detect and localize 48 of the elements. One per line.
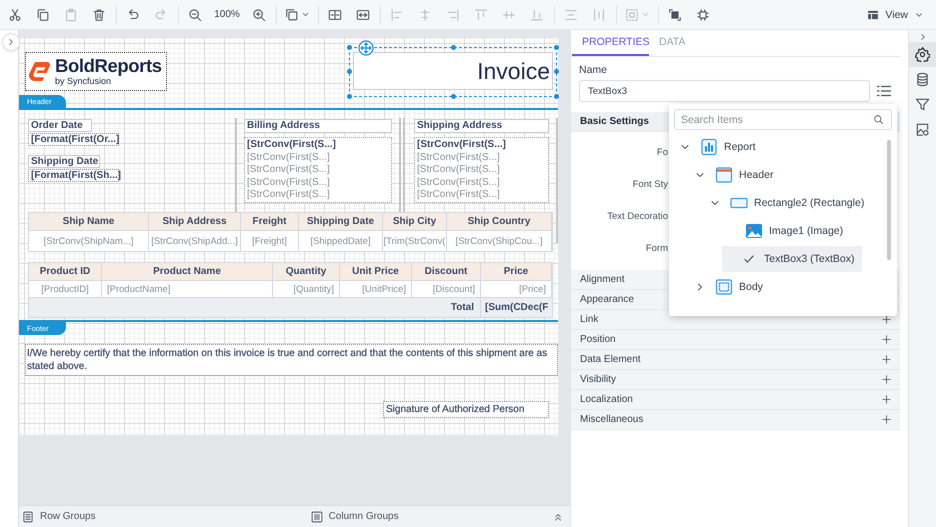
field-label: Fo	[656, 146, 668, 158]
total-value: [Sum(CDec(F	[481, 298, 552, 317]
column-header: Product Name	[102, 263, 273, 281]
field-value: [StrConv(First(S...]	[417, 164, 501, 177]
signature-label: Signature of Authorized Person	[383, 401, 549, 418]
column-header: Ship Address	[149, 213, 241, 231]
table-cell: [ShippedDate]	[299, 231, 383, 251]
table-cell: [Freight]	[241, 231, 299, 251]
field-value: [Format(First(Or...]	[28, 133, 119, 146]
logo-text: BoldReports	[55, 56, 162, 76]
field-value: [Format(First(Sh...]	[28, 169, 119, 182]
field-value: [StrConv(First(S...]	[417, 176, 501, 190]
column-header: Discount	[412, 263, 481, 281]
column-header: Shipping Date	[299, 213, 383, 231]
column-header: Quantity	[273, 263, 340, 281]
field-label: Form	[646, 242, 668, 254]
field-value: [StrConv(First(S...]	[247, 189, 331, 202]
field-value: [StrConv(First(S...]	[247, 164, 331, 177]
zoom-level: 100%	[213, 9, 241, 20]
field-value: [StrConv(First(S...]	[247, 152, 331, 164]
column-header: Freight	[241, 213, 299, 231]
field-value: [StrConv(First(S...]	[247, 176, 331, 190]
certification-text: I/We hereby certify that the information on this invoice is true and correct and that the contents of this shipment are as stated above.	[25, 344, 558, 376]
column-header: Ship Country	[447, 213, 552, 231]
column-header: Ship City	[383, 213, 447, 231]
table-cell: [StrConv(ShipAdd...]	[149, 231, 241, 251]
column-header: Unit Price	[340, 263, 412, 281]
field-label: Order Date	[28, 119, 92, 132]
field-label: Name	[579, 63, 608, 77]
table-cell: [StrConv(ShipCou...]	[447, 231, 552, 251]
group-label: Column Groups	[328, 511, 399, 522]
field-value: [StrConv(First(S...]	[247, 139, 337, 152]
field-label: Shipping Date	[28, 155, 100, 168]
field-value: [StrConv(First(S...]	[417, 139, 507, 152]
field-value: [StrConv(First(S...]	[417, 152, 501, 164]
field-value: [StrConv(First(S...]	[417, 189, 501, 202]
field-label: Text Decoratio	[607, 210, 668, 222]
column-header: Ship Name	[29, 213, 149, 231]
address-heading: Billing Address	[244, 119, 392, 133]
column-header: Price	[481, 263, 552, 281]
group-label: Row Groups	[40, 511, 96, 522]
total-label: Total	[29, 298, 481, 317]
table-cell: [Trim(StrConv(	[383, 231, 447, 251]
field-label: Font Sty	[632, 178, 668, 190]
address-heading: Shipping Address	[414, 119, 549, 133]
column-header: Product ID	[29, 263, 102, 281]
table-cell: [StrConv(ShipNam...]	[29, 231, 149, 251]
logo-subtitle: by Syncfusion	[55, 76, 112, 87]
